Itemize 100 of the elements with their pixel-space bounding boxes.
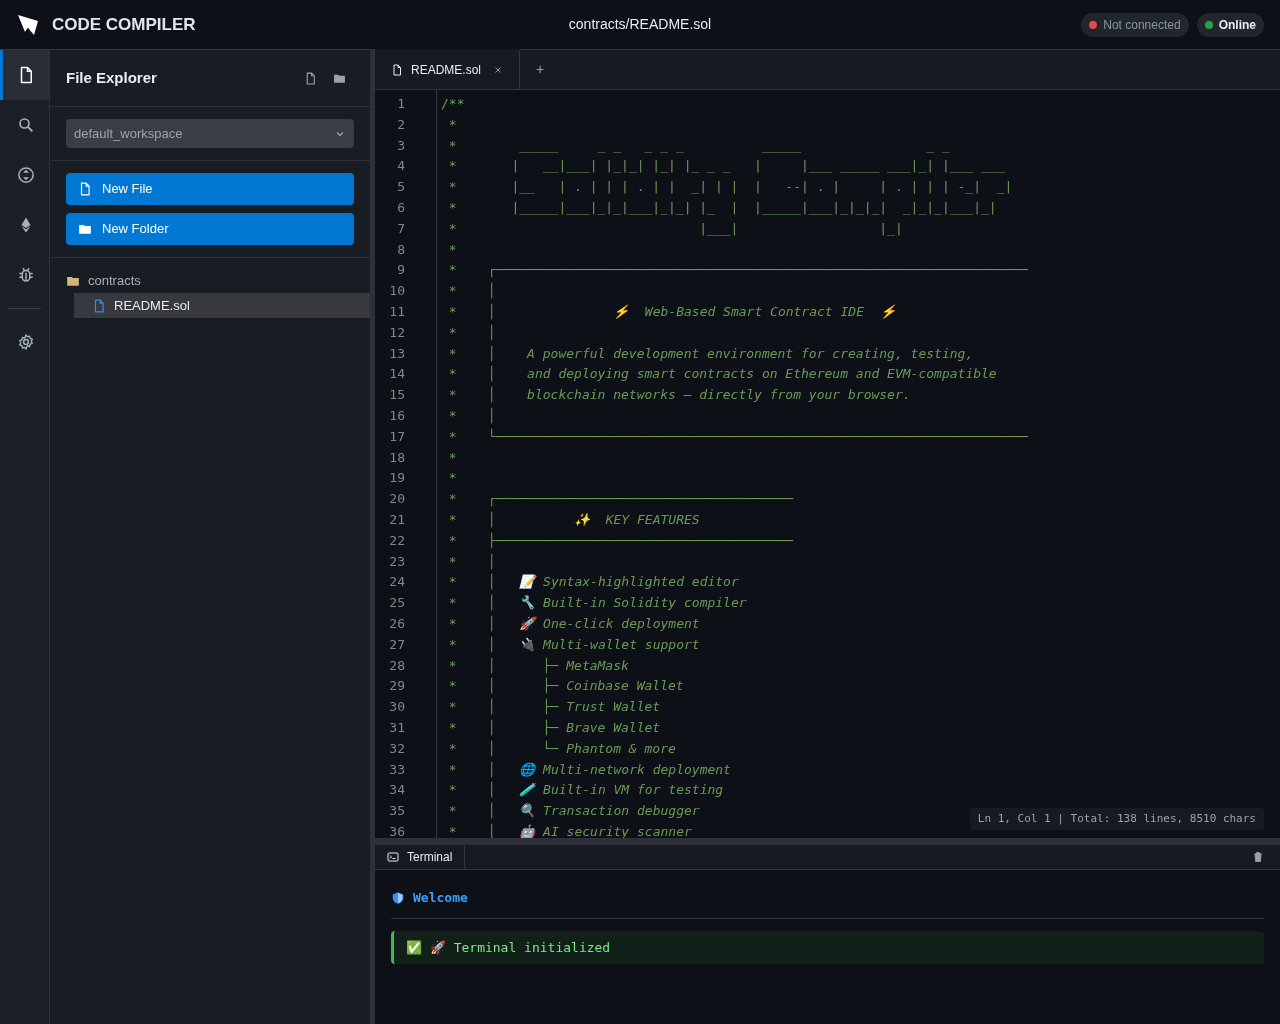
code-line: * _____ _ _ _ _ _ _____ _ _ [447,136,950,155]
code-line: * │ and deploying smart contracts on Ethereum and EVM-compatible [447,364,997,384]
line-number: 16 [388,406,406,425]
panel-title: File Explorer [66,67,157,88]
file-tab[interactable] [0,50,49,100]
code-line: /** [441,95,465,113]
line-number: 31 [388,718,406,737]
code-line: * │ ├─ Trust Wallet [447,697,661,717]
bug-icon [17,266,35,284]
line-number: 32 [388,739,406,758]
trash-icon[interactable] [1252,851,1264,863]
line-number: 17 [388,427,406,446]
line-number: 15 [388,386,406,405]
folder-icon [78,222,92,236]
code-line: * [447,115,457,134]
code-line: * │ └─ Phantom & more [447,739,676,759]
line-number: 27 [388,635,406,654]
code-line: * [447,448,457,467]
status-badge: Not connected [1081,12,1189,37]
code-line: * [447,469,457,488]
logo-icon [16,12,40,37]
code-line: * │ ⚡ Web-Based Smart Contract IDE ⚡ [447,302,896,322]
line-number: 13 [388,344,406,363]
line-number: 33 [388,760,406,779]
code-line: * │ ├─ Brave Wallet [447,718,661,738]
new-file-button[interactable]: New File [66,173,354,205]
line-number: 35 [388,802,406,821]
code-line: * │ 🌐 Multi-network deployment [447,760,731,780]
line-number: 18 [388,448,406,467]
code-line: * │ [447,406,496,426]
code-line: * | __|___| |_|_| |_| |_ _ _ | |___ _____ ___|_| |___ ___ [447,157,1005,176]
new-tab-button[interactable]: + [520,49,561,89]
code-line: * │ 🔌 Multi-wallet support [447,635,700,655]
code-line: * │ ├─ MetaMask [447,656,629,676]
terminal-heading: Welcome [413,889,468,907]
line-number: 34 [388,781,406,800]
code-line: * └──────────────────────────────────────────────────────────────────── [447,427,1028,446]
line-number: 12 [388,323,406,342]
file-path: contracts/README.sol [568,15,712,34]
code-line: * ┌──────────────────────────────────────────────────────────────────── [447,261,1028,280]
line-number: 3 [396,136,406,155]
line-number: 2 [396,115,406,134]
line-number: 10 [388,282,406,301]
code-line: * │ [447,281,496,301]
shield-icon [391,890,405,905]
file-icon [391,64,403,76]
code-line: * │ 🚀 One-click deployment [447,614,700,634]
file-icon [78,182,92,196]
code-line: * |___| |_| [447,219,903,238]
code-line: * │ 🔍 Transaction debugger [447,801,700,821]
new-folder-button[interactable]: New Folder [66,213,354,245]
terminal-message: ✅ 🚀 Terminal initialized [391,930,1264,964]
new-file-icon[interactable] [304,71,317,85]
line-number: 26 [388,614,406,633]
line-number: 21 [388,510,406,529]
tree-item[interactable]: README.sol [74,293,370,318]
workspace-select[interactable]: default_workspace [66,119,354,148]
code-line: * │ 📝 Syntax-highlighted editor [447,572,739,592]
line-number: 9 [396,261,406,280]
settings-icon [17,333,35,351]
resize-handle[interactable] [370,50,375,1024]
line-number: 30 [388,698,406,717]
line-number: 28 [388,656,406,675]
line-number: 20 [388,490,406,509]
line-number: 19 [388,469,406,488]
code-line: * [447,240,457,259]
resize-handle[interactable] [375,838,1280,845]
line-number: 29 [388,677,406,696]
search-icon [17,116,35,134]
tree-item[interactable]: contracts [50,268,370,293]
terminal-tab[interactable]: Terminal [375,844,466,870]
code-line: * |_____|___|_|_|___|_|_| |_ | |_____|___|_|_|_| _|_|_|___|_| [447,199,997,217]
line-number: 7 [396,219,406,238]
line-number: 14 [388,365,406,384]
line-number: 1 [396,95,406,113]
code-line: * ┌────────────────────────────────────── [447,490,794,509]
line-number: 6 [396,199,406,217]
line-number: 25 [388,594,406,613]
code-line: * │ [447,323,496,343]
circle-arrows-icon [17,166,35,184]
code-line: * │ ├─ Coinbase Wallet [447,676,684,696]
line-number: 11 [388,302,406,321]
file-icon [92,298,106,313]
editor-tab[interactable]: README.sol [375,49,520,89]
cursor-status: Ln 1, Col 1 | Total: 138 lines, 8510 chars [969,808,1264,830]
code-line: * │ [447,552,496,572]
line-number: 24 [388,573,406,592]
code-line: * │ ✨ KEY FEATURES [447,510,700,530]
code-line: * |__ | . | | | . | | _| | | | --| . | | . | | | -_| _| [447,178,1013,197]
app-title: CODE COMPILER [52,13,196,36]
code-line: * │ 🧪 Built-in VM for testing [447,780,724,800]
close-icon[interactable] [493,65,503,75]
terminal-icon [387,851,399,863]
code-line: * │ 🔧 Built-in Solidity compiler [447,593,747,613]
line-number: 4 [396,157,406,176]
line-number: 23 [388,552,406,571]
line-number: 8 [396,240,406,259]
code-line: * ├────────────────────────────────────── [447,531,794,551]
line-number: 5 [396,178,406,197]
line-number: 22 [388,531,406,550]
